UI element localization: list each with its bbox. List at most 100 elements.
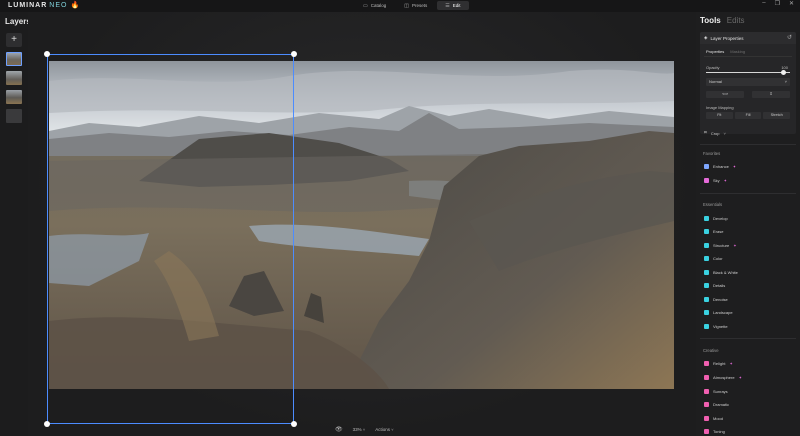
layers-panel: Layers + <box>0 12 31 436</box>
tab-properties[interactable]: Properties <box>706 49 724 54</box>
landscape-icon <box>704 310 709 315</box>
image-mapping-options: Fit Fill Stretch <box>706 112 791 119</box>
layer-selection-box[interactable] <box>47 54 294 424</box>
mapping-stretch-button[interactable]: Stretch <box>763 112 791 119</box>
transform-handle[interactable] <box>44 51 50 57</box>
blend-mode-select[interactable]: Normal ˅ <box>706 78 790 86</box>
tab-tools[interactable]: Tools <box>700 16 721 25</box>
logo-text: LUMINAR <box>8 2 48 9</box>
logo-suffix: NEO <box>49 2 68 9</box>
relight-icon <box>704 361 709 366</box>
zoom-level[interactable]: 33% ˅ <box>353 427 366 432</box>
tool-enhance[interactable]: Enhance ✦ <box>704 164 736 169</box>
section-divider <box>700 144 796 145</box>
canvas-area: 👁 33% ˅ Actions ˅ <box>28 12 696 436</box>
enhance-icon <box>704 164 709 169</box>
flip-buttons: ⟺ ⇕ <box>706 91 790 98</box>
nav-edit[interactable]: ☰ Edit <box>437 1 469 10</box>
panel-tabs: Tools Edits <box>700 16 745 25</box>
base-layer-thumbnail[interactable] <box>6 109 22 123</box>
erase-icon <box>704 229 709 234</box>
nav-label: Presets <box>411 3 428 8</box>
app-logo[interactable]: LUMINAR NEO 🔥 <box>8 1 80 9</box>
layers-title: Layers <box>5 17 31 26</box>
tool-atmosphere[interactable]: Atmosphere ✦ <box>704 375 742 380</box>
toning-icon <box>704 429 709 434</box>
opacity-label: Opacity <box>706 65 720 70</box>
tool-relight[interactable]: Relight ✦ <box>704 361 733 366</box>
nav-label: Catalog <box>370 3 387 8</box>
tool-black-white[interactable]: Black & White <box>704 270 738 275</box>
transform-handle[interactable] <box>291 421 297 427</box>
flip-vertical-button[interactable]: ⇕ <box>752 91 790 98</box>
mood-icon <box>704 416 709 421</box>
layer-properties-header[interactable]: ◈ Layer Properties ↺ <box>700 32 796 44</box>
catalog-icon: ▭ <box>363 2 368 9</box>
atmosphere-icon <box>704 375 709 380</box>
layer-properties-card: ◈ Layer Properties ↺ Properties Masking … <box>700 32 796 134</box>
tool-dramatic[interactable]: Dramatic <box>704 402 729 407</box>
tool-develop[interactable]: Develop <box>704 216 728 221</box>
black-white-icon <box>704 270 709 275</box>
close-icon[interactable]: ✕ <box>789 0 794 7</box>
section-essentials: Essentials <box>703 202 723 207</box>
tool-mood[interactable]: Mood <box>704 416 723 421</box>
tool-structure[interactable]: Structure ✦ <box>704 243 737 248</box>
flame-icon: 🔥 <box>70 2 81 9</box>
edit-icon: ☰ <box>445 2 450 9</box>
opacity-slider-knob[interactable] <box>781 70 786 75</box>
add-layer-button[interactable]: + <box>6 33 22 47</box>
section-creative: Creative <box>703 348 719 353</box>
tool-landscape[interactable]: Landscape <box>704 310 733 315</box>
layer-thumbnail[interactable] <box>6 52 22 66</box>
mapping-fill-button[interactable]: Fill <box>734 112 762 119</box>
subtab-divider <box>704 56 792 57</box>
eye-icon[interactable]: 👁 <box>335 426 343 433</box>
chevron-down-icon: ˅ <box>784 79 787 84</box>
layer-thumbnail[interactable] <box>6 90 22 104</box>
develop-icon <box>704 216 709 221</box>
tool-color[interactable]: Color <box>704 256 723 261</box>
denoise-icon <box>704 297 709 302</box>
tab-edits[interactable]: Edits <box>727 16 745 25</box>
actions-menu[interactable]: Actions ˅ <box>375 427 393 432</box>
section-favorites: Favorites <box>703 151 721 156</box>
tool-sunrays[interactable]: Sunrays <box>704 389 728 394</box>
tool-crop[interactable]: ⌗ Crop ˅ <box>704 130 726 136</box>
tool-sky[interactable]: Sky ✦ <box>704 178 727 183</box>
section-divider <box>700 338 796 339</box>
tool-vignette[interactable]: Vignette <box>704 324 728 329</box>
transform-handle[interactable] <box>291 51 297 57</box>
nav-catalog[interactable]: ▭ Catalog <box>355 1 394 10</box>
tool-toning[interactable]: Toning <box>704 429 725 434</box>
maximize-icon[interactable]: ❐ <box>775 0 780 7</box>
tab-masking[interactable]: Masking <box>730 49 745 54</box>
layers-icon: ◈ <box>704 35 708 40</box>
dramatic-icon <box>704 402 709 407</box>
title-bar: LUMINAR NEO 🔥 ▭ Catalog ◫ Presets ☰ Edit –… <box>0 0 800 12</box>
layer-thumbnail[interactable] <box>6 71 22 85</box>
nav-label: Edit <box>452 3 461 8</box>
flip-horizontal-button[interactable]: ⟺ <box>706 91 744 98</box>
window-controls: – ❐ ✕ <box>762 0 794 7</box>
layer-properties-title: Layer Properties <box>710 35 744 41</box>
crop-icon: ⌗ <box>704 130 707 136</box>
sky-icon <box>704 178 709 183</box>
section-divider <box>700 193 796 194</box>
main-nav: ▭ Catalog ◫ Presets ☰ Edit <box>355 1 469 10</box>
transform-handle[interactable] <box>44 421 50 427</box>
presets-icon: ◫ <box>404 2 409 9</box>
canvas-bottom-bar: 👁 33% ˅ Actions ˅ <box>335 426 394 433</box>
minimize-icon[interactable]: – <box>762 0 765 7</box>
details-icon <box>704 283 709 288</box>
vignette-icon <box>704 324 709 329</box>
tool-details[interactable]: Details <box>704 283 725 288</box>
color-icon <box>704 256 709 261</box>
tool-denoise[interactable]: Denoise <box>704 297 728 302</box>
reset-icon[interactable]: ↺ <box>787 34 792 41</box>
mapping-fit-button[interactable]: Fit <box>706 112 733 119</box>
image-mapping-label: Image Mapping <box>706 105 734 110</box>
opacity-slider-track[interactable] <box>706 72 790 73</box>
tool-erase[interactable]: Erase <box>704 229 723 234</box>
nav-presets[interactable]: ◫ Presets <box>396 1 435 10</box>
